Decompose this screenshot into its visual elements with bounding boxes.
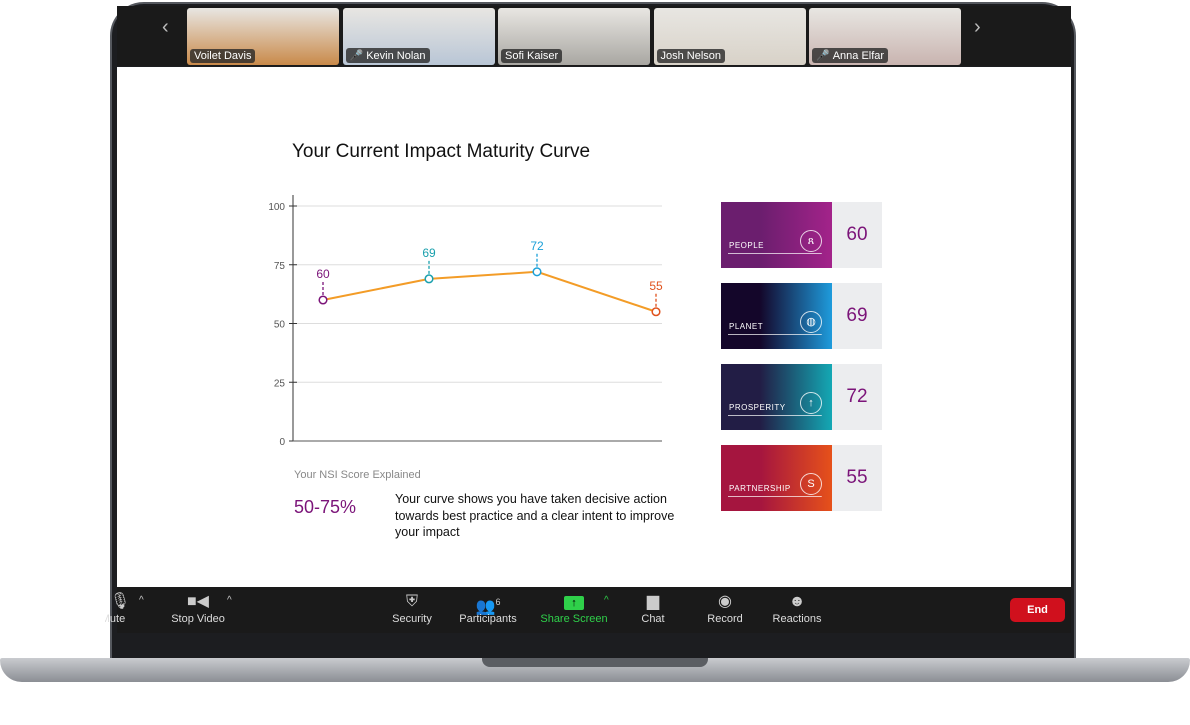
card-band: PROSPERITY ↑ [721,364,832,430]
meeting-toolbar: 🎙 Mute ^ ■◀ Stop Video ^ ⛨ Security 👥6 Parti… [105,587,1071,633]
reactions-button[interactable]: ☻ Reactions [769,591,825,625]
video-camera-icon: ■◀ [187,593,209,610]
card-underline [728,415,822,416]
data-label: 69 [422,246,436,260]
mute-button[interactable]: 🎙 Mute [105,591,135,625]
smiley-icon: ☻ [788,593,806,610]
card-score: 60 [832,202,882,268]
participant-name: 🎤 Kevin Nolan [345,48,430,63]
y-tick-label: 0 [279,437,285,448]
participants-icon: 👥6 [475,597,501,616]
data-point [532,267,542,277]
data-label: 60 [316,267,330,281]
record-button[interactable]: ◉ Record [703,591,747,625]
participant-strip: ‹ › Voilet Davis 🎤 Kevin Nolan Sofi Kaiser J… [117,6,1071,66]
chevron-left-icon[interactable]: ‹ [162,16,169,39]
participant-name: Sofi Kaiser [501,49,563,63]
score-range: 50-75% [294,497,357,517]
card-underline [728,334,822,335]
people-icon: ጸ [800,230,822,252]
muted-mic-icon: 🎤 [816,50,830,62]
data-point [424,274,434,284]
share-screen-icon: ↑ [537,591,611,613]
card-band: PLANET ◍ [721,283,832,349]
participant-name: Voilet Davis [190,49,256,63]
card-underline [728,496,822,497]
card-underline [728,253,822,254]
video-options-caret[interactable]: ^ [227,595,232,606]
y-tick-label: 75 [274,261,286,272]
y-tick-label: 50 [274,320,286,331]
data-point [651,307,661,317]
card-label: PROSPERITY [729,403,786,412]
impact-card-partnership: PARTNERSHIP S 55 [721,445,882,511]
record-icon: ◉ [718,593,732,610]
chart-title: Your Current Impact Maturity Curve [292,141,591,162]
y-tick-label: 25 [274,378,286,389]
card-label: PEOPLE [729,241,765,250]
security-button[interactable]: ⛨ Security [387,591,437,625]
participant-tile[interactable]: 🎤 Kevin Nolan [342,8,495,65]
nsi-explained-label: Your NSI Score Explained [294,469,421,481]
score-description: Your curve shows you have taken decisive… [395,492,675,539]
chevron-right-icon[interactable]: › [974,16,981,39]
impact-card-planet: PLANET ◍ 69 [721,283,882,349]
swirl-icon: S [800,473,822,495]
participant-tile[interactable]: Josh Nelson [653,8,806,65]
chat-button[interactable]: ▆ Chat [633,591,673,625]
share-screen-button[interactable]: ↑ Share Screen [537,591,611,625]
chat-icon: ▆ [646,593,660,610]
data-label: 55 [649,279,663,293]
stop-video-button[interactable]: ■◀ Stop Video [167,591,229,625]
muted-mic-icon: 🎤 [349,50,364,62]
card-label: PLANET [729,322,764,331]
participant-name: Josh Nelson [656,49,726,63]
card-score: 72 [832,364,882,430]
card-label: PARTNERSHIP [729,484,791,493]
participant-tile[interactable]: Sofi Kaiser [498,8,650,65]
participant-name: 🎤 Anna Elfar [812,48,889,63]
share-options-caret[interactable]: ^ [604,595,609,606]
series-line [322,270,657,313]
end-meeting-button[interactable]: End [1010,598,1065,622]
microphone-icon: 🎙 [109,593,131,610]
data-point [318,295,328,305]
impact-card-people: PEOPLE ጸ 60 [721,202,882,268]
globe-icon: ◍ [800,311,822,333]
participant-tile[interactable]: 🎤 Anna Elfar [809,8,961,65]
participants-button[interactable]: 👥6 Participants [455,591,521,625]
arrow-up-icon: ↑ [800,392,822,414]
maturity-chart: 0 25 50 75 100 60 69 72 55 [268,195,663,448]
mute-options-caret[interactable]: ^ [139,595,144,606]
y-tick-label: 100 [268,202,285,213]
shield-icon: ⛨ [405,593,418,610]
data-label: 72 [530,239,544,253]
card-band: PARTNERSHIP S [721,445,832,511]
participant-tile[interactable]: Voilet Davis [187,8,339,65]
card-band: PEOPLE ጸ [721,202,832,268]
laptop-notch [482,658,708,667]
card-score: 69 [832,283,882,349]
card-score: 55 [832,445,882,511]
impact-card-prosperity: PROSPERITY ↑ 72 [721,364,882,430]
